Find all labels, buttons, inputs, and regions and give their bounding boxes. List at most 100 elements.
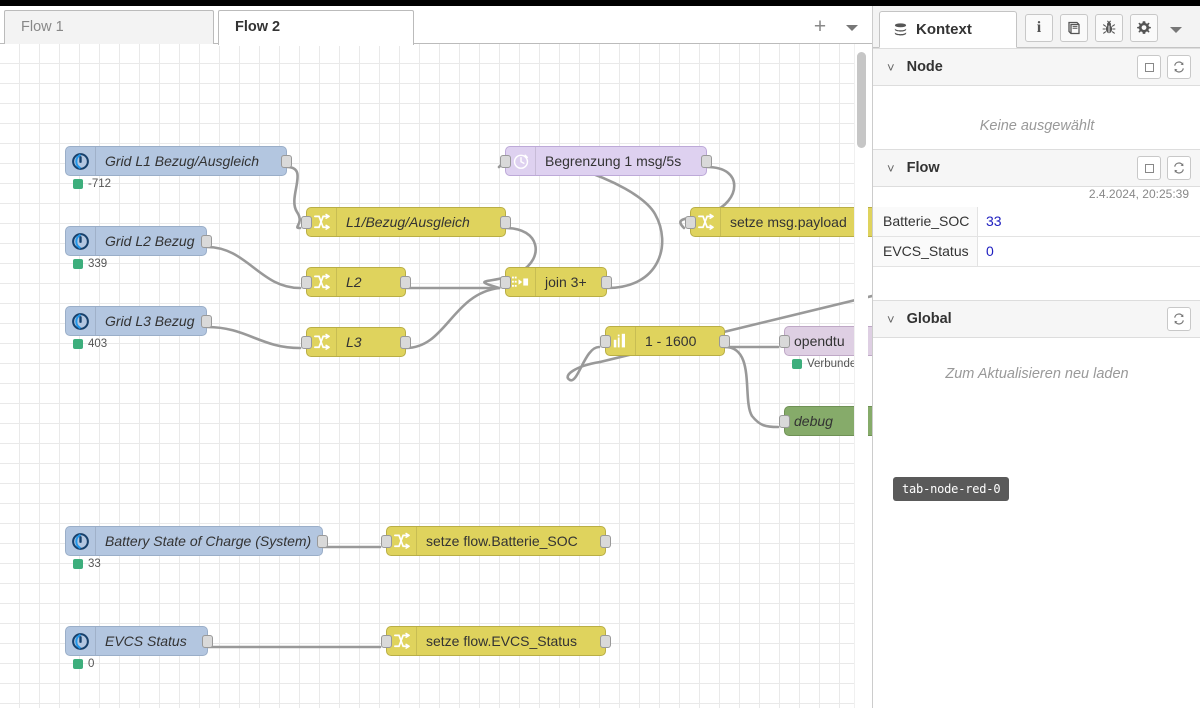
node-output-port[interactable] — [500, 216, 511, 229]
flow-node-label: Grid L3 Bezug — [105, 313, 195, 329]
flow-node-change-l2[interactable]: L2 — [301, 267, 411, 297]
node-input-port[interactable] — [500, 155, 511, 168]
node-output-port[interactable] — [317, 535, 328, 548]
flow-node-label: Begrenzung 1 msg/5s — [545, 153, 682, 169]
chevron-down-icon: ˅ — [887, 311, 895, 327]
switch-icon — [393, 632, 410, 649]
node-output-port[interactable] — [701, 155, 712, 168]
context-key: Batterie_SOC — [873, 207, 978, 236]
flow-node-label: Battery State of Charge (System) — [105, 533, 312, 549]
chevron-down-icon: ˅ — [887, 59, 895, 75]
flow-node-delay-limit[interactable]: Begrenzung 1 msg/5s — [500, 146, 712, 176]
flow-node-grid-l2[interactable]: Grid L2 Bezug — [65, 226, 212, 256]
flow-node-status-grid-l3: 403 — [73, 338, 107, 350]
status-text: 33 — [88, 558, 101, 570]
flow-tab-2[interactable]: Flow 2 — [218, 10, 414, 46]
node-input-port[interactable] — [381, 535, 392, 548]
power-icon — [72, 312, 89, 330]
flow-node-evcs-status[interactable]: EVCS Status — [65, 626, 213, 656]
sidebar-more-button[interactable] — [1169, 22, 1183, 33]
node-output-port[interactable] — [600, 535, 611, 548]
node-icon-box — [66, 227, 96, 255]
plus-icon: + — [813, 15, 827, 38]
flow-node-status-grid-l2: 339 — [73, 258, 107, 270]
node-output-port[interactable] — [202, 635, 213, 648]
sidebar-debug-button[interactable] — [1095, 14, 1123, 42]
node-input-port[interactable] — [301, 336, 312, 349]
canvas-scroll-thumb[interactable] — [857, 52, 866, 148]
flow-node-set-evcs[interactable]: setze flow.EVCS_Status — [381, 626, 611, 656]
section-global-title: Global — [906, 311, 952, 327]
switch-icon — [313, 333, 330, 350]
node-select-scope-button[interactable] — [1137, 55, 1161, 79]
context-row[interactable]: Batterie_SOC 33 — [873, 207, 1200, 237]
node-output-port[interactable] — [400, 276, 411, 289]
add-flow-button[interactable]: + — [808, 15, 832, 39]
node-input-port[interactable] — [301, 276, 312, 289]
global-refresh-button[interactable] — [1167, 307, 1191, 331]
node-empty-message: Keine ausgewählt — [979, 118, 1095, 134]
flow-node-grid-l1[interactable]: Grid L1 Bezug/Ausgleich — [65, 146, 292, 176]
flow-tab-menu-button[interactable] — [842, 20, 862, 38]
node-output-port[interactable] — [281, 155, 292, 168]
chevron-down-icon: ˅ — [887, 160, 895, 176]
flow-node-set-batt-soc[interactable]: setze flow.Batterie_SOC — [381, 526, 611, 556]
flow-node-range-1-1600[interactable]: 1 - 1600 — [600, 326, 730, 356]
section-header-flow[interactable]: ˅ Flow — [873, 149, 1200, 187]
flow-node-status-battery-soc: 33 — [73, 558, 101, 570]
context-row[interactable]: EVCS_Status 0 — [873, 237, 1200, 267]
context-value: 0 — [986, 243, 994, 259]
node-input-port[interactable] — [600, 335, 611, 348]
flow-node-join3[interactable]: join 3+ — [500, 267, 612, 297]
status-dot-icon — [73, 179, 83, 189]
canvas-vertical-scrollbar[interactable] — [854, 44, 868, 708]
node-input-port[interactable] — [779, 335, 790, 348]
node-input-port[interactable] — [301, 216, 312, 229]
flow-tab-1[interactable]: Flow 1 — [4, 10, 214, 45]
sidebar-config-button[interactable] — [1130, 14, 1158, 42]
status-text: 403 — [88, 338, 108, 350]
chevron-down-icon — [1170, 27, 1182, 33]
node-input-port[interactable] — [685, 216, 696, 229]
node-output-port[interactable] — [601, 276, 612, 289]
switch-icon — [393, 532, 410, 549]
status-text: 0 — [88, 658, 95, 670]
section-header-node[interactable]: ˅ Node — [873, 48, 1200, 86]
flow-refresh-button[interactable] — [1167, 156, 1191, 180]
flow-node-label: Grid L1 Bezug/Ausgleich — [105, 153, 260, 169]
book-icon — [1068, 21, 1080, 35]
sidebar: Kontext i ˅ Node Keine ausgewählt ˅ Flow… — [872, 6, 1200, 708]
node-icon-box — [66, 307, 96, 335]
flow-node-label: 1 - 1600 — [645, 333, 697, 349]
node-icon-box — [66, 147, 96, 175]
flow-node-grid-l3[interactable]: Grid L3 Bezug — [65, 306, 212, 336]
sidebar-tab-kontext[interactable]: Kontext — [879, 11, 1017, 48]
status-dot-icon — [73, 659, 83, 669]
flow-node-label: EVCS Status — [105, 633, 187, 649]
flow-node-status-evcs-status: 0 — [73, 658, 94, 670]
sidebar-info-button[interactable]: i — [1025, 14, 1053, 42]
node-output-port[interactable] — [719, 335, 730, 348]
node-output-port[interactable] — [201, 315, 212, 328]
flow-node-battery-soc[interactable]: Battery State of Charge (System) — [65, 526, 328, 556]
flow-node-change-l1[interactable]: L1/Bezug/Ausgleich — [301, 207, 511, 237]
flow-node-set-payload[interactable]: setze msg.payload — [685, 207, 872, 237]
section-header-global[interactable]: ˅ Global — [873, 300, 1200, 338]
info-icon: i — [1036, 19, 1042, 36]
flow-node-label: setze flow.EVCS_Status — [426, 633, 577, 649]
node-output-port[interactable] — [600, 635, 611, 648]
node-output-port[interactable] — [400, 336, 411, 349]
flow-node-label: setze msg.payload — [730, 214, 847, 230]
node-output-port[interactable] — [201, 235, 212, 248]
flow-select-scope-button[interactable] — [1137, 156, 1161, 180]
flow-canvas[interactable]: Grid L1 Bezug/Ausgleich -712 Grid L2 Bezug… — [0, 44, 872, 708]
context-key: EVCS_Status — [873, 237, 978, 266]
node-input-port[interactable] — [500, 276, 511, 289]
status-text: 339 — [88, 258, 108, 270]
node-icon-box — [66, 627, 96, 655]
flow-node-change-l3[interactable]: L3 — [301, 327, 411, 357]
node-input-port[interactable] — [381, 635, 392, 648]
sidebar-help-button[interactable] — [1060, 14, 1088, 42]
node-refresh-button[interactable] — [1167, 55, 1191, 79]
node-input-port[interactable] — [779, 415, 790, 428]
